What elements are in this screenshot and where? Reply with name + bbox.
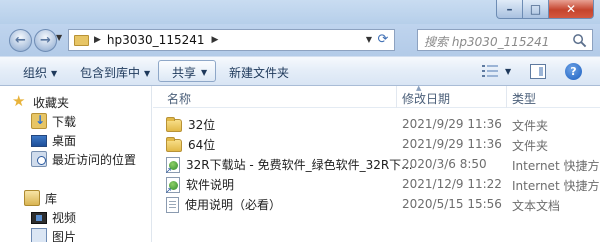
file-row[interactable]: 32位 2021/9/29 11:36 文件夹 <box>153 114 600 134</box>
column-divider[interactable] <box>506 86 507 108</box>
chevron-down-icon: ▼ <box>51 69 58 78</box>
file-name-cell: 使用说明（必看） <box>166 196 281 213</box>
recent-pages-dropdown[interactable]: ▼ <box>56 33 62 42</box>
sidebar-item-libraries[interactable]: 库 <box>24 188 174 208</box>
file-name: 软件说明 <box>186 178 235 192</box>
sidebar-item-favorites[interactable]: 收藏夹 <box>12 92 162 112</box>
file-name: 32R下载站 - 免费软件_绿色软件_32R下... <box>186 158 413 172</box>
new-folder-label: 新建文件夹 <box>229 66 290 80</box>
file-modified-date: 2021/12/9 11:22 <box>402 177 502 191</box>
file-row[interactable]: 32R下载站 - 免费软件_绿色软件_32R下... 2020/3/6 8:50… <box>153 154 600 175</box>
file-row[interactable]: 软件说明 2021/12/9 11:22 Internet 快捷方式 <box>153 174 600 195</box>
internet-shortcut-icon <box>165 176 180 195</box>
nav-buttons: ← → <box>9 29 60 53</box>
file-name: 32位 <box>188 118 216 132</box>
file-list: ▲ 名称 修改日期 类型 32位 2021/9/29 11:36 文件夹 64位… <box>153 84 600 242</box>
chevron-right-icon[interactable]: ▶ <box>212 35 219 45</box>
arrow-left-icon: ← <box>15 33 26 48</box>
chevron-down-icon: ▼ <box>144 69 151 78</box>
file-name-cell: 32位 <box>166 116 215 133</box>
library-icon <box>24 190 40 206</box>
navigation-bar: ← → ▼ ▶ hp3030_115241 ▶ ▼ ⟳ 搜索 hp3030_11… <box>0 24 600 56</box>
arrow-right-icon: → <box>40 33 51 48</box>
minimize-button[interactable]: – <box>496 0 523 19</box>
text-document-icon <box>166 196 179 213</box>
file-modified-date: 2021/9/29 11:36 <box>402 137 502 151</box>
file-name-cell: 32R下载站 - 免费软件_绿色软件_32R下... <box>165 156 413 175</box>
sidebar-item-label: 库 <box>45 191 58 206</box>
command-bar: 组织 ▼ 包含到库中 ▼ 共享 ▼ 新建文件夹 ▼ ? <box>0 56 600 86</box>
chevron-right-icon[interactable]: ▶ <box>94 35 101 45</box>
maximize-button[interactable]: □ <box>523 0 549 19</box>
address-bar[interactable]: ▶ hp3030_115241 ▶ ▼ ⟳ <box>68 29 395 51</box>
folder-icon <box>74 34 89 46</box>
file-name: 64位 <box>188 138 216 152</box>
back-button[interactable]: ← <box>9 29 32 52</box>
navigation-pane: 收藏夹 下载 桌面 最近访问的位置 库 视频 图片 <box>0 86 152 242</box>
internet-shortcut-icon <box>165 156 180 175</box>
file-type: Internet 快捷方式 <box>512 159 600 173</box>
search-icon[interactable] <box>572 33 587 48</box>
window-controls: – □ ✕ <box>496 0 594 19</box>
file-type: 文件夹 <box>512 139 549 153</box>
address-history-dropdown[interactable]: ▼ <box>366 35 372 44</box>
new-folder-button[interactable]: 新建文件夹 <box>229 64 289 81</box>
sidebar-item-label: 最近访问的位置 <box>52 152 137 167</box>
close-button[interactable]: ✕ <box>549 0 594 19</box>
recent-places-icon <box>31 151 47 167</box>
folder-icon <box>166 136 182 152</box>
search-box[interactable]: 搜索 hp3030_115241 <box>417 29 593 51</box>
chevron-down-icon: ▼ <box>201 68 208 77</box>
file-type: Internet 快捷方式 <box>512 179 600 193</box>
file-name-cell: 64位 <box>166 136 215 153</box>
column-divider[interactable] <box>396 86 397 108</box>
video-library-icon <box>31 212 47 224</box>
preview-pane-icon[interactable] <box>530 64 546 79</box>
share-menu[interactable]: 共享 ▼ <box>158 60 216 82</box>
column-header-modified[interactable]: 修改日期 <box>402 90 450 107</box>
sidebar-item-label: 收藏夹 <box>33 95 70 110</box>
column-headers: ▲ 名称 修改日期 类型 <box>153 84 600 108</box>
column-header-type[interactable]: 类型 <box>512 90 536 107</box>
sidebar-item-label: 桌面 <box>52 133 77 148</box>
include-in-library-label: 包含到库中 <box>80 66 141 80</box>
sidebar-item-label: 视频 <box>52 210 77 225</box>
file-type: 文本文档 <box>512 199 561 213</box>
include-in-library-menu[interactable]: 包含到库中 ▼ <box>80 64 150 81</box>
search-input[interactable]: 搜索 hp3030_115241 <box>424 33 549 50</box>
file-name: 使用说明（必看） <box>185 198 282 212</box>
file-modified-date: 2020/3/6 8:50 <box>402 157 487 171</box>
file-modified-date: 2020/5/15 15:56 <box>402 197 502 211</box>
file-type: 文件夹 <box>512 119 549 133</box>
breadcrumb-current[interactable]: hp3030_115241 <box>107 33 205 47</box>
organize-menu[interactable]: 组织 ▼ <box>23 64 57 81</box>
file-modified-date: 2021/9/29 11:36 <box>402 117 502 131</box>
sidebar-item-label: 下载 <box>52 114 77 129</box>
column-header-name[interactable]: 名称 <box>167 90 191 107</box>
folder-icon <box>166 116 182 132</box>
share-label: 共享 <box>172 66 197 80</box>
forward-button[interactable]: → <box>34 29 57 52</box>
view-options-icon[interactable] <box>482 64 498 78</box>
file-row[interactable]: 使用说明（必看） 2020/5/15 15:56 文本文档 <box>153 194 600 214</box>
file-name-cell: 软件说明 <box>165 176 235 195</box>
downloads-folder-icon <box>31 113 47 129</box>
desktop-icon <box>31 135 47 147</box>
refresh-icon[interactable]: ⟳ <box>375 32 391 48</box>
sidebar-item-label: 图片 <box>52 229 77 242</box>
help-icon[interactable]: ? <box>565 63 582 80</box>
title-bar: – □ ✕ <box>0 0 600 24</box>
file-row[interactable]: 64位 2021/9/29 11:36 文件夹 <box>153 134 600 154</box>
organize-label: 组织 <box>23 66 48 80</box>
star-icon <box>12 92 28 110</box>
chevron-down-icon[interactable]: ▼ <box>505 67 511 76</box>
pictures-library-icon <box>31 228 47 242</box>
